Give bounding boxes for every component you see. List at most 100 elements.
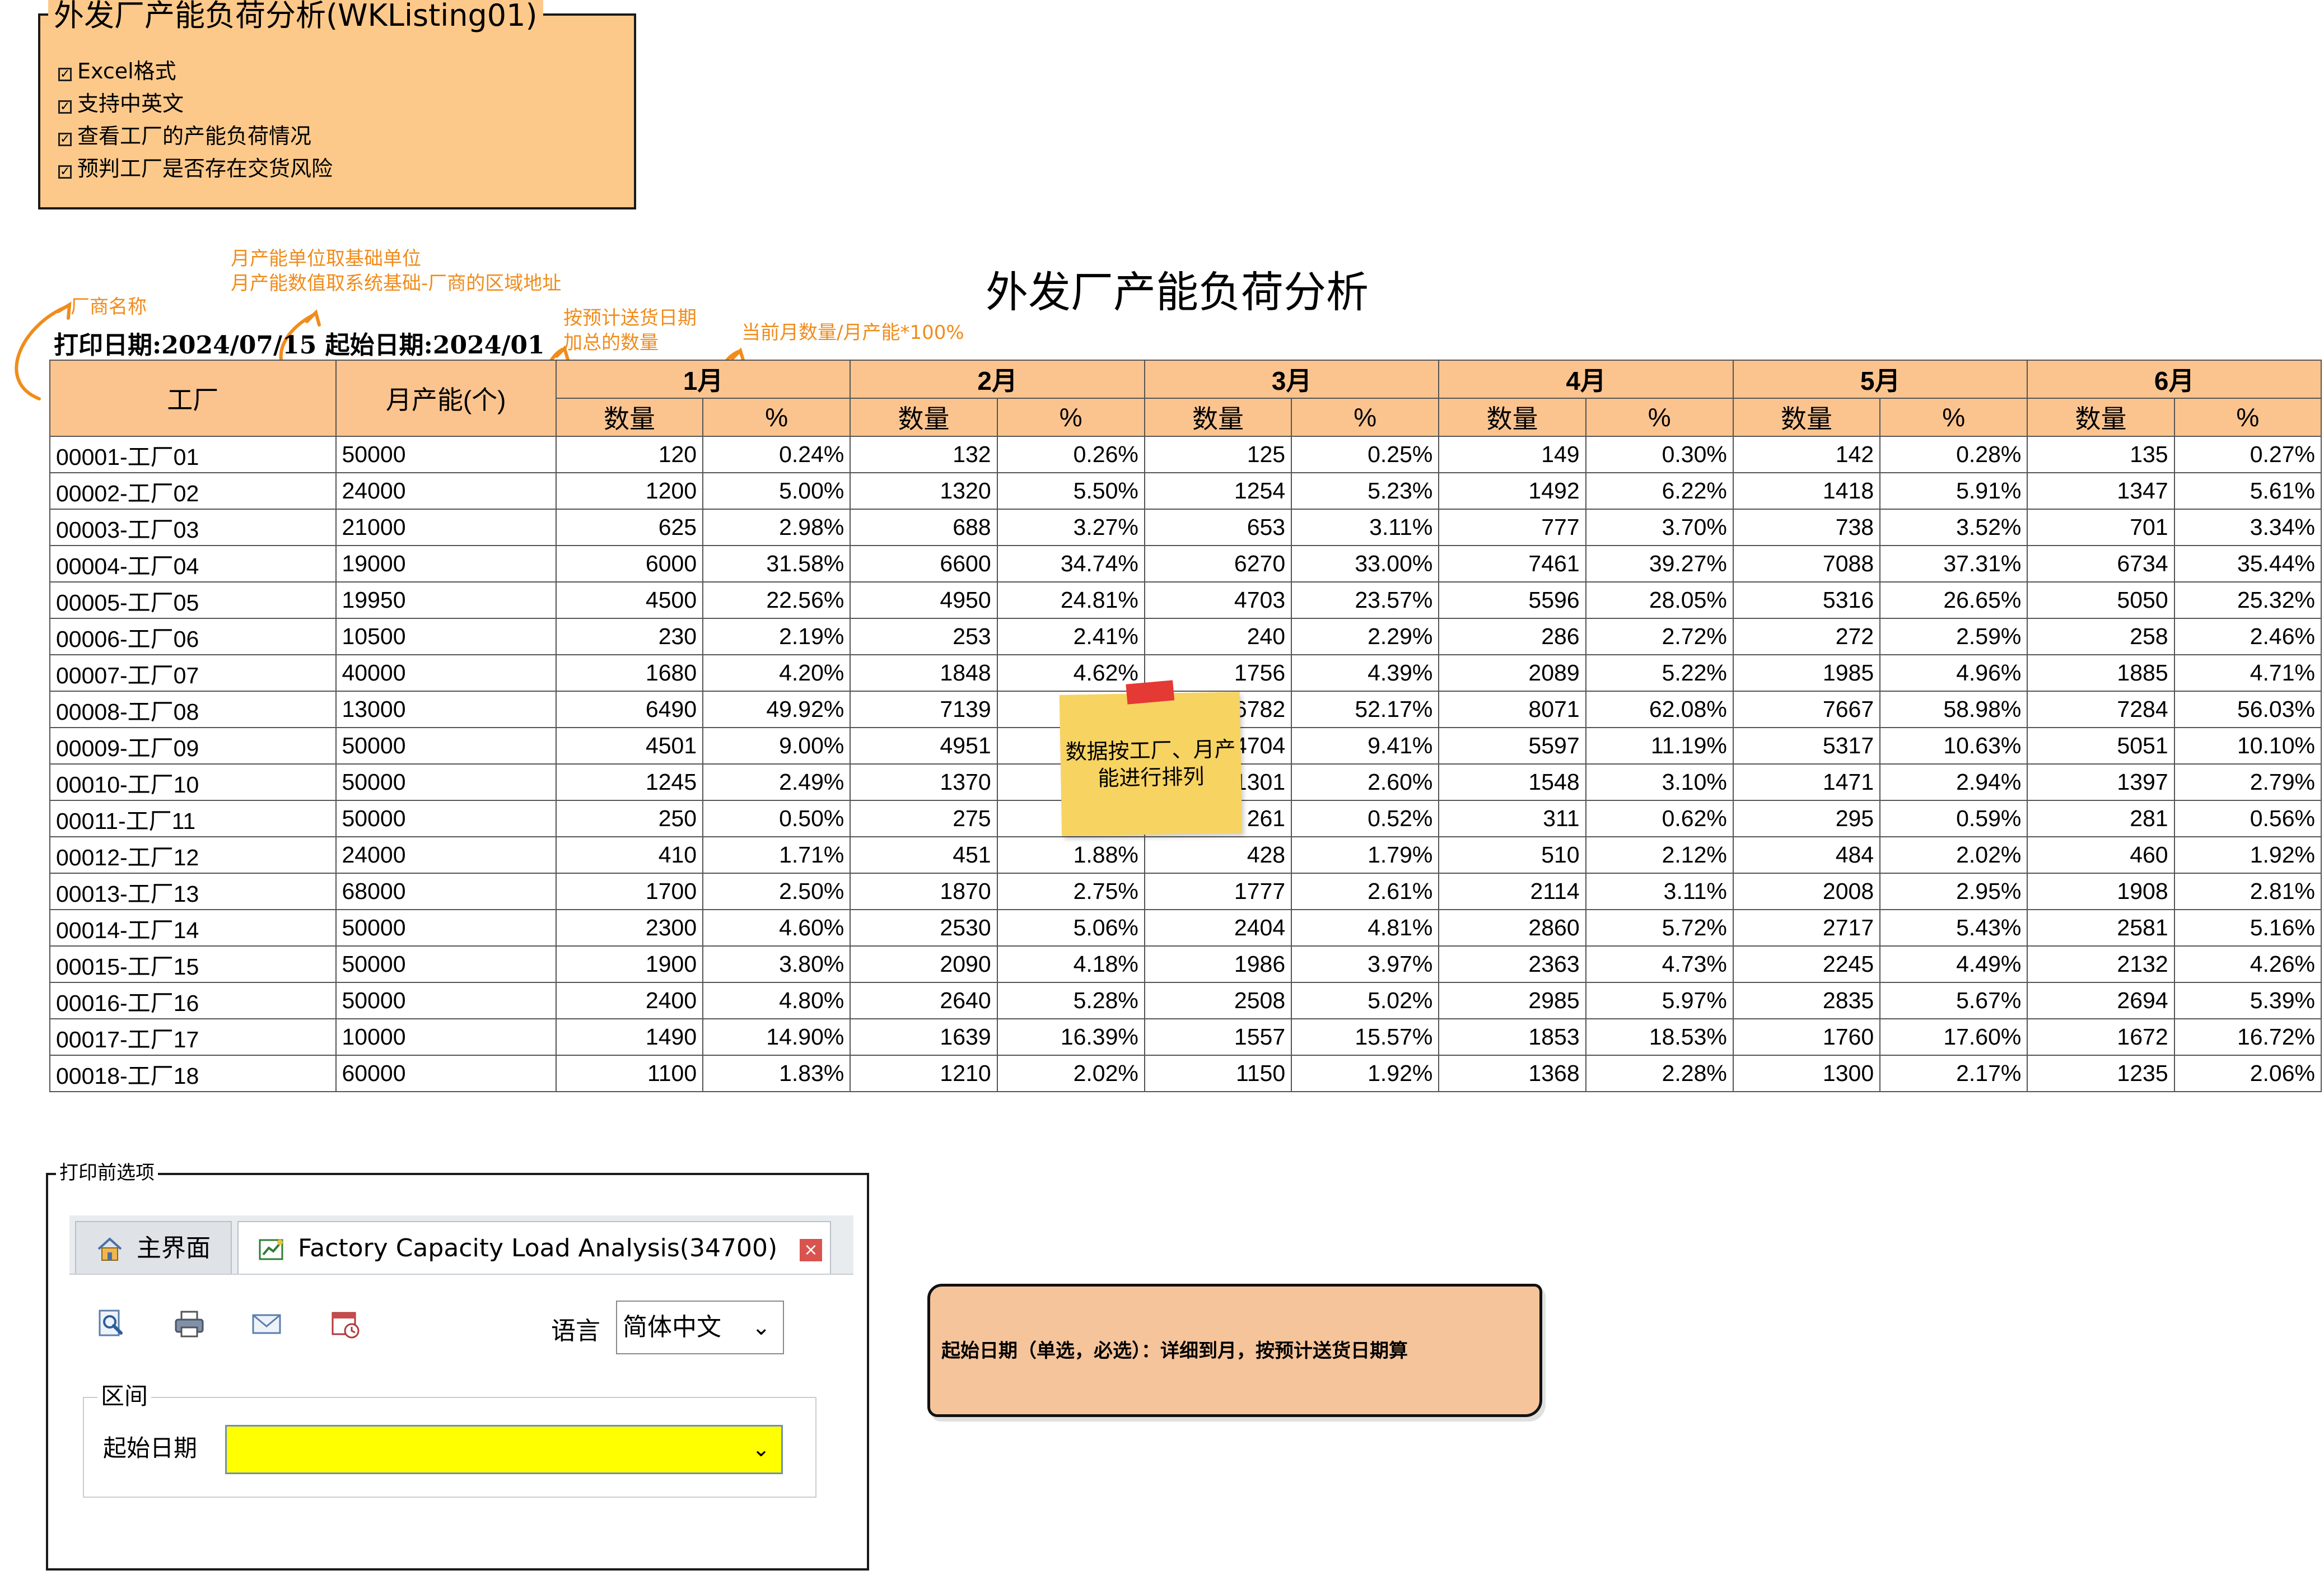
pct-cell: 22.56% [702,581,851,619]
pct-cell: 2.95% [1879,873,2028,910]
pct-cell: 0.59% [1879,800,2028,837]
preview-icon[interactable] [96,1308,128,1340]
month-header: 4月 [1438,360,1734,399]
factory-cell: 00008-工厂08 [49,691,337,728]
factory-cell: 00017-工厂17 [49,1018,337,1056]
pct-cell: 2.17% [1879,1055,2028,1092]
capacity-cell: 50000 [335,436,557,473]
pct-cell: 2.61% [1291,873,1440,910]
qty-cell: 7139 [850,691,998,728]
pct-cell: 3.27% [996,509,1145,546]
qty-cell: 1680 [555,654,704,692]
pct-cell: 4.62% [996,654,1145,692]
factory-cell: 00014-工厂14 [49,909,337,947]
pct-cell: 17.60% [1879,1018,2028,1056]
language-label: 语言 [551,1317,600,1345]
pct-cell: 34.74% [996,545,1145,583]
qty-cell: 2132 [2027,945,2175,983]
qty-cell: 1908 [2027,873,2175,910]
pct-cell: 5.91% [1879,472,2028,510]
qty-cell: 250 [555,800,704,837]
pct-cell: 2.28% [1585,1055,1734,1092]
tab-main[interactable]: 主界面 [75,1221,232,1274]
tab-factory[interactable]: Factory Capacity Load Analysis(34700) × [237,1221,831,1274]
pct-cell: 23.57% [1291,581,1440,619]
print-date-label: 打印日期: [54,331,162,360]
start-date-select[interactable]: ⌄ [225,1425,783,1474]
factory-cell: 00001-工厂01 [49,436,337,473]
pct-cell: 1.92% [1291,1055,1440,1092]
pct-cell: 0.26% [996,436,1145,473]
pct-cell: 18.53% [1585,1018,1734,1056]
qty-cell: 6600 [850,545,998,583]
range-legend: 区间 [97,1381,152,1411]
qty-cell: 4501 [555,727,704,765]
print-icon[interactable] [174,1308,205,1340]
qty-cell: 4703 [1144,581,1292,619]
qty-cell: 1235 [2027,1055,2175,1092]
pct-header: % [1879,398,2028,437]
capacity-cell: 13000 [335,691,557,728]
pct-cell: 3.52% [1879,509,2028,546]
qty-cell: 2363 [1438,945,1586,983]
pct-cell: 1.71% [702,836,851,874]
qty-cell: 5316 [1732,581,1881,619]
qty-cell: 295 [1732,800,1881,837]
pct-cell: 1.92% [2173,836,2322,874]
schedule-icon[interactable] [330,1308,362,1340]
pct-cell: 3.34% [2173,509,2322,546]
options-panel: 打印前选项 主界面 Factory Capacity Load Analysis… [46,1162,869,1571]
pct-cell: 5.28% [996,982,1145,1019]
qty-cell: 7088 [1732,545,1881,583]
factory-cell: 00010-工厂10 [49,763,337,801]
tab-main-label: 主界面 [137,1234,211,1262]
qty-cell: 1870 [850,873,998,910]
pct-cell: 2.60% [1291,763,1440,801]
capacity-cell: 50000 [335,800,557,837]
pct-cell: 0.56% [2173,800,2322,837]
qty-cell: 2581 [2027,909,2175,947]
table-row: 00015-工厂15 50000 1900 3.80% 2090 4.18% 1986 3.9… [49,945,2322,983]
qty-cell: 1300 [1732,1055,1881,1092]
qty-cell: 1418 [1732,472,1881,510]
pct-cell: 0.24% [702,436,851,473]
arrow-qty-head [555,345,570,361]
close-icon[interactable]: × [800,1239,822,1261]
factory-cell: 00015-工厂15 [49,945,337,983]
month-header: 2月 [850,360,1145,399]
qty-cell: 1885 [2027,654,2175,692]
pct-cell: 37.31% [1879,545,2028,583]
pct-cell: 2.50% [702,873,851,910]
qty-cell: 4500 [555,581,704,619]
pct-cell: 2.12% [1585,836,1734,874]
pct-cell: 0.30% [1585,436,1734,473]
qty-cell: 240 [1144,618,1292,655]
qty-cell: 2300 [555,909,704,947]
chevron-down-icon: ⌄ [752,1437,770,1461]
capacity-cell: 19950 [335,581,557,619]
qty-cell: 5596 [1438,581,1586,619]
qty-cell: 253 [850,618,998,655]
factory-cell: 00002-工厂02 [49,472,337,510]
qty-cell: 7284 [2027,691,2175,728]
capacity-cell: 10000 [335,1018,557,1056]
pct-cell: 4.96% [1879,654,2028,692]
qty-header: 数量 [1144,398,1292,437]
qty-cell: 653 [1144,509,1292,546]
capacity-cell: 10500 [335,618,557,655]
qty-cell: 1986 [1144,945,1292,983]
qty-cell: 1320 [850,472,998,510]
pct-cell: 10.63% [1879,727,2028,765]
qty-cell: 2245 [1732,945,1881,983]
arrow-vendor-name-head [57,301,72,320]
tab-bar: 主界面 Factory Capacity Load Analysis(34700… [69,1215,853,1275]
language-select[interactable]: 简体中文 ⌄ [616,1301,784,1354]
qty-cell: 2508 [1144,982,1292,1019]
pct-cell: 16.39% [996,1018,1145,1056]
pct-cell: 2.46% [2173,618,2322,655]
pct-cell: 9.00% [702,727,851,765]
qty-cell: 258 [2027,618,2175,655]
pct-cell: 0.25% [1291,436,1440,473]
pct-cell: 49.92% [702,691,851,728]
mail-icon[interactable] [251,1308,282,1340]
